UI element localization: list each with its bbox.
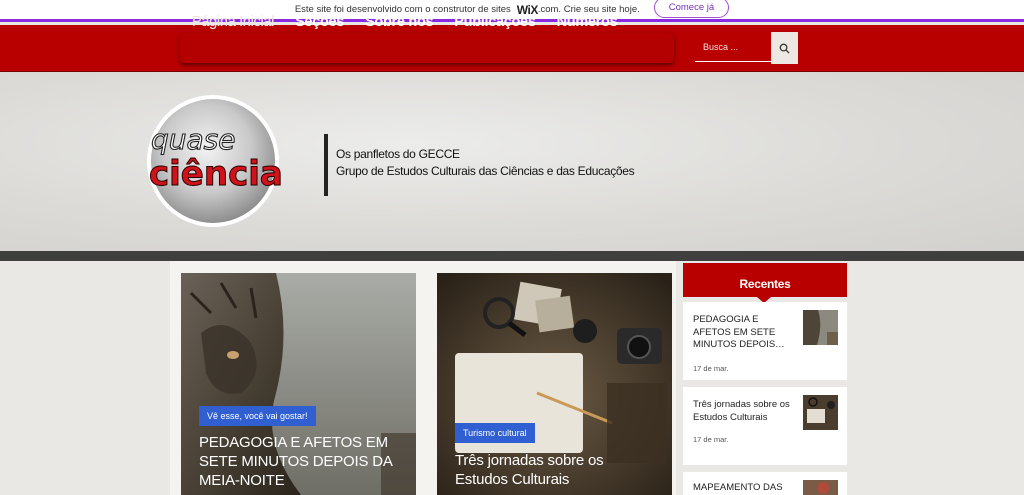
site-tagline: Os panfletos do GECCE Grupo de Estudos C… — [324, 134, 635, 196]
nav-menu-background — [180, 33, 674, 63]
recent-post-item[interactable]: MAPEAMENTO DAS — [683, 472, 847, 495]
recent-post-thumbnail[interactable] — [803, 310, 838, 345]
nav-item-home[interactable]: Página Inicial — [192, 14, 274, 30]
tagline-line1: Os panfletos do GECCE — [336, 147, 460, 161]
post-title[interactable]: PEDAGOGIA E AFETOS EM SETE MINUTOS DEPOI… — [199, 433, 409, 490]
start-now-button[interactable]: Comece já — [653, 0, 730, 18]
logo-word-ciencias: ciências — [149, 154, 281, 194]
nav-item-sections[interactable]: Seções — [295, 14, 344, 30]
recent-post-title[interactable]: MAPEAMENTO DAS — [693, 482, 793, 495]
recent-post-thumbnail[interactable] — [803, 480, 838, 495]
recent-post-thumbnail[interactable] — [803, 395, 838, 430]
nav-item-about[interactable]: Sobre nós — [365, 14, 434, 30]
nav-item-issues[interactable]: Números — [557, 14, 618, 30]
tagline-line2: Grupo de Estudos Culturais das Ciências … — [336, 164, 635, 178]
post-title[interactable]: Três jornadas sobre os Estudos Culturais — [455, 451, 655, 489]
recent-post-date: 17 de mar. — [693, 364, 729, 373]
post-card[interactable]: Vê esse, você vai gostar! PEDAGOGIA E AF… — [181, 273, 416, 495]
logo-word-quase: quase — [151, 123, 236, 156]
recent-post-title[interactable]: Três jornadas sobre os Estudos Culturais — [693, 399, 793, 424]
quase-ciencias-logo[interactable]: quase ciências — [143, 91, 281, 229]
recent-posts-heading: Recentes — [683, 263, 847, 297]
header-divider — [0, 251, 1024, 261]
search-bar — [695, 32, 798, 64]
main-nav — [0, 25, 1024, 72]
recent-post-item[interactable]: PEDAGOGIA E AFETOS EM SETE MINUTOS DEPOI… — [683, 302, 847, 380]
nav-menu: Página Inicial Seções Sobre nós Publicaç… — [192, 14, 618, 30]
nav-item-publications[interactable]: Publicações — [454, 14, 536, 30]
recent-post-item[interactable]: Três jornadas sobre os Estudos Culturais… — [683, 387, 847, 465]
recent-post-title[interactable]: PEDAGOGIA E AFETOS EM SETE MINUTOS DEPOI… — [693, 314, 793, 352]
post-card[interactable]: Turismo cultural Três jornadas sobre os … — [437, 273, 672, 495]
search-input[interactable] — [695, 32, 771, 62]
post-category-tag[interactable]: Turismo cultural — [455, 423, 535, 443]
post-category-tag[interactable]: Vê esse, você vai gostar! — [199, 406, 316, 426]
search-button[interactable] — [771, 32, 798, 64]
search-icon — [779, 43, 790, 54]
recent-post-date: 17 de mar. — [693, 435, 729, 444]
